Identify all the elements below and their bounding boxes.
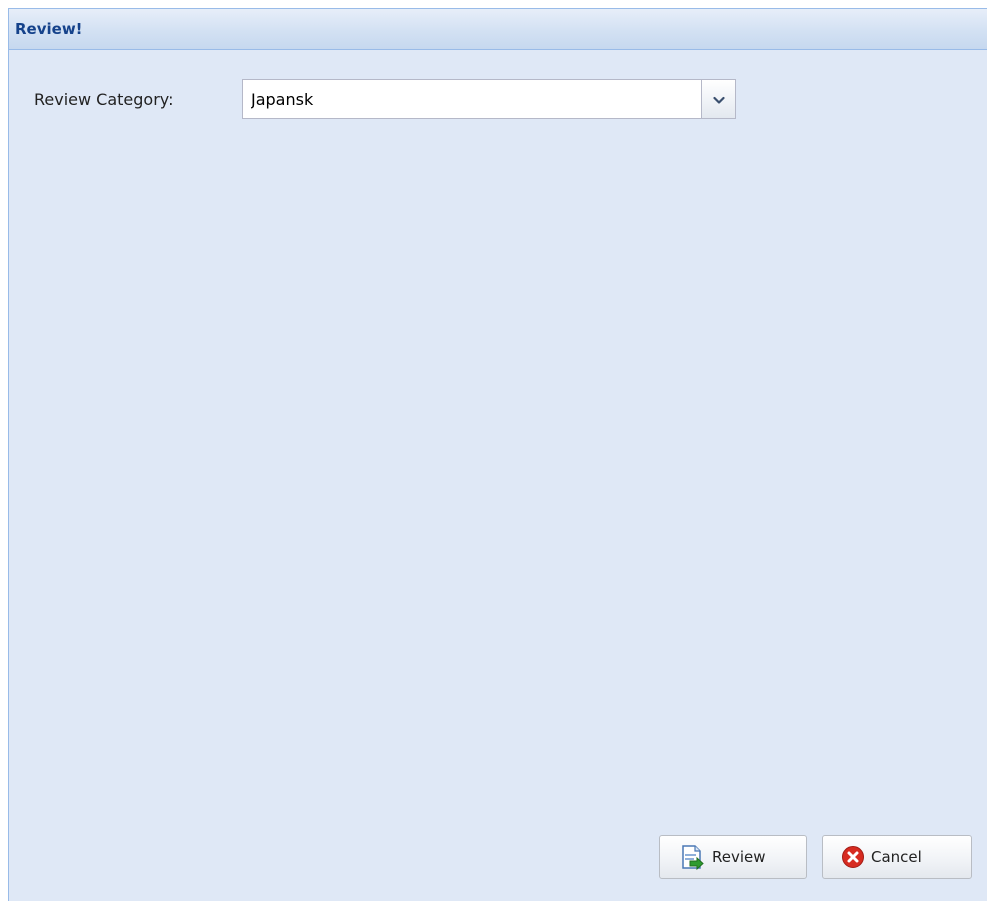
review-category-label: Review Category: xyxy=(34,89,174,109)
review-button-label: Review xyxy=(712,848,766,866)
review-window: Review! Review Category: Japansk Review … xyxy=(8,8,987,901)
window-title-bar[interactable]: Review! xyxy=(9,9,987,50)
review-category-combobox[interactable] xyxy=(242,79,736,119)
window-title: Review! xyxy=(15,20,83,38)
cancel-button[interactable]: Cancel xyxy=(822,835,972,879)
review-button[interactable]: Review xyxy=(659,835,807,879)
chevron-down-icon xyxy=(712,90,725,109)
cancel-button-label: Cancel xyxy=(871,848,922,866)
document-arrow-icon xyxy=(678,843,706,871)
button-bar: Review Cancel xyxy=(659,835,972,879)
cancel-circle-icon xyxy=(841,845,865,869)
review-category-row: Review Category: xyxy=(34,79,736,119)
review-category-input[interactable] xyxy=(243,80,701,118)
combo-dropdown-trigger[interactable] xyxy=(701,80,735,118)
